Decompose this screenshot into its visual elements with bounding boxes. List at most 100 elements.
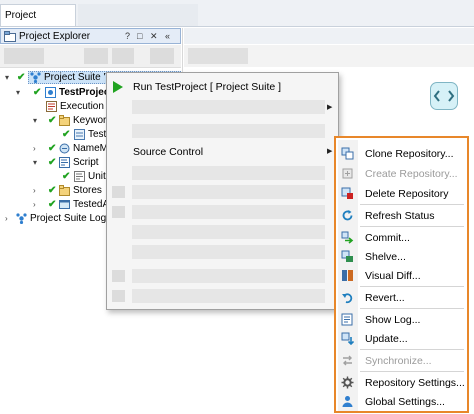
check-icon: ✔ — [48, 143, 57, 154]
menu-item-refresh-status[interactable]: Refresh Status — [338, 207, 466, 225]
collapse-arrow-icon[interactable]: ▾ — [33, 114, 39, 127]
menu-item-repository-settings[interactable]: Repository Settings... — [338, 374, 466, 392]
stores-icon — [59, 185, 70, 196]
menu-item-revert[interactable]: Revert... — [338, 289, 466, 307]
shelve-icon — [341, 250, 353, 262]
check-icon: ✔ — [62, 171, 71, 182]
check-icon: ✔ — [33, 87, 42, 98]
menu-item-icon — [112, 206, 125, 218]
check-icon: ✔ — [48, 199, 57, 210]
menu-item-label: Repository Settings... — [365, 377, 465, 389]
menu-item-global-settings[interactable]: Global Settings... — [338, 393, 466, 411]
menu-item-placeholder[interactable] — [132, 245, 325, 259]
menu-item-label: Update... — [365, 333, 408, 345]
editor-header — [184, 28, 474, 44]
submenu-arrow-icon: ▶ — [327, 104, 333, 111]
check-icon: ✔ — [17, 72, 26, 83]
close-icon[interactable]: ✕ — [150, 30, 158, 43]
menu-item-placeholder[interactable] — [132, 124, 325, 138]
help-icon[interactable]: ? — [125, 30, 130, 43]
menu-separator — [360, 349, 464, 350]
menu-item-placeholder[interactable] — [132, 205, 325, 219]
keyword-tests-icon — [59, 115, 70, 126]
visual-diff-icon — [342, 270, 353, 281]
global-settings-icon — [342, 396, 353, 407]
editor-toolbar — [184, 45, 474, 67]
expand-arrow-icon[interactable]: › — [33, 198, 39, 211]
tab-project-workspace[interactable]: Project Workspace — [0, 4, 76, 43]
check-icon: ✔ — [48, 157, 57, 168]
delete-repository-icon — [341, 187, 353, 199]
collapse-arrow-icon[interactable]: ▾ — [16, 86, 22, 99]
maximize-icon[interactable]: □ — [137, 30, 142, 43]
keyword-test-icon — [74, 129, 85, 140]
editor-toolbar-segment[interactable] — [188, 48, 248, 64]
tab-placeholder[interactable] — [78, 4, 198, 26]
menu-item-placeholder[interactable] — [132, 289, 325, 303]
revert-icon — [342, 293, 353, 304]
menu-item-placeholder[interactable] — [132, 185, 325, 199]
expand-arrow-icon[interactable]: › — [33, 184, 39, 197]
toolbar-button[interactable] — [84, 48, 108, 64]
expand-arrow-icon[interactable]: › — [33, 142, 39, 155]
menu-item-label: Revert... — [365, 292, 405, 304]
tree-item-label: Stores — [73, 185, 102, 196]
collapse-panel-icon[interactable]: « — [165, 30, 170, 43]
collapse-arrow-icon[interactable]: ▾ — [5, 71, 11, 84]
menu-item-source-control[interactable]: Source Control ▶ — [107, 143, 338, 161]
menu-item-synchronize[interactable]: Synchronize... — [338, 352, 466, 370]
preview-app-icon — [430, 82, 458, 110]
menu-item-shelve[interactable]: Shelve... — [338, 248, 466, 266]
execution-plan-icon — [46, 101, 57, 112]
show-log-icon — [341, 313, 353, 326]
expand-arrow-icon[interactable]: › — [5, 212, 11, 225]
menu-item-label: Shelve... — [365, 251, 406, 263]
toolbar-button[interactable] — [112, 48, 134, 64]
submenu-arrow-icon: ▶ — [327, 148, 333, 155]
context-menu: Run TestProject [ Project Suite ] ▶ Sour… — [106, 72, 339, 310]
repository-settings-icon — [341, 376, 354, 389]
unit-icon — [74, 171, 85, 182]
namemapping-icon — [59, 143, 70, 154]
menu-item-placeholder[interactable] — [132, 269, 325, 283]
menu-item-label: Clone Repository... — [365, 148, 454, 160]
menu-item-show-log[interactable]: Show Log... — [338, 311, 466, 329]
menu-item-delete-repository[interactable]: Delete Repository — [338, 185, 466, 203]
toolbar-button[interactable] — [150, 48, 174, 64]
menu-separator — [360, 204, 464, 205]
tree-item-label: TestProject — [59, 87, 113, 98]
commit-icon — [341, 231, 354, 244]
menu-item-create-repository[interactable]: Create Repository... — [338, 165, 466, 183]
collapse-arrow-icon[interactable]: ▾ — [33, 156, 39, 169]
menu-item-visual-diff[interactable]: Visual Diff... — [338, 267, 466, 285]
menu-separator — [360, 286, 464, 287]
menu-item-commit[interactable]: Commit... — [338, 229, 466, 247]
project-explorer-header: Project Explorer ? □ ✕ « — [0, 28, 181, 44]
check-icon: ✔ — [48, 185, 57, 196]
menu-item-label: Source Control — [133, 146, 204, 158]
menu-item-label: Show Log... — [365, 314, 421, 326]
project-explorer-icon — [4, 31, 16, 42]
menu-item-run-testproject[interactable]: Run TestProject [ Project Suite ] — [107, 77, 338, 97]
menu-item-label: Run TestProject [ Project Suite ] — [133, 81, 282, 93]
menu-item-placeholder[interactable] — [132, 166, 325, 180]
menu-item-placeholder[interactable] — [132, 100, 325, 114]
menu-separator — [360, 308, 464, 309]
menu-item-label: Commit... — [365, 232, 410, 244]
tested-apps-icon — [59, 200, 70, 209]
menu-item-update[interactable]: Update... — [338, 330, 466, 348]
project-suite-icon — [30, 72, 41, 83]
menu-item-icon — [112, 290, 125, 302]
tree-item-label: Script — [73, 157, 99, 168]
project-icon — [45, 87, 56, 98]
menu-item-clone-repository[interactable]: Clone Repository... — [338, 145, 466, 163]
logs-icon — [16, 213, 27, 224]
create-repository-icon — [342, 168, 353, 179]
explorer-toolbar — [0, 45, 181, 68]
toolbar-button[interactable] — [4, 48, 44, 64]
menu-item-label: Delete Repository — [365, 188, 449, 200]
update-icon — [341, 332, 354, 345]
menu-item-label: Refresh Status — [365, 210, 435, 222]
menu-item-placeholder[interactable] — [132, 225, 325, 239]
clone-repository-icon — [341, 147, 354, 160]
